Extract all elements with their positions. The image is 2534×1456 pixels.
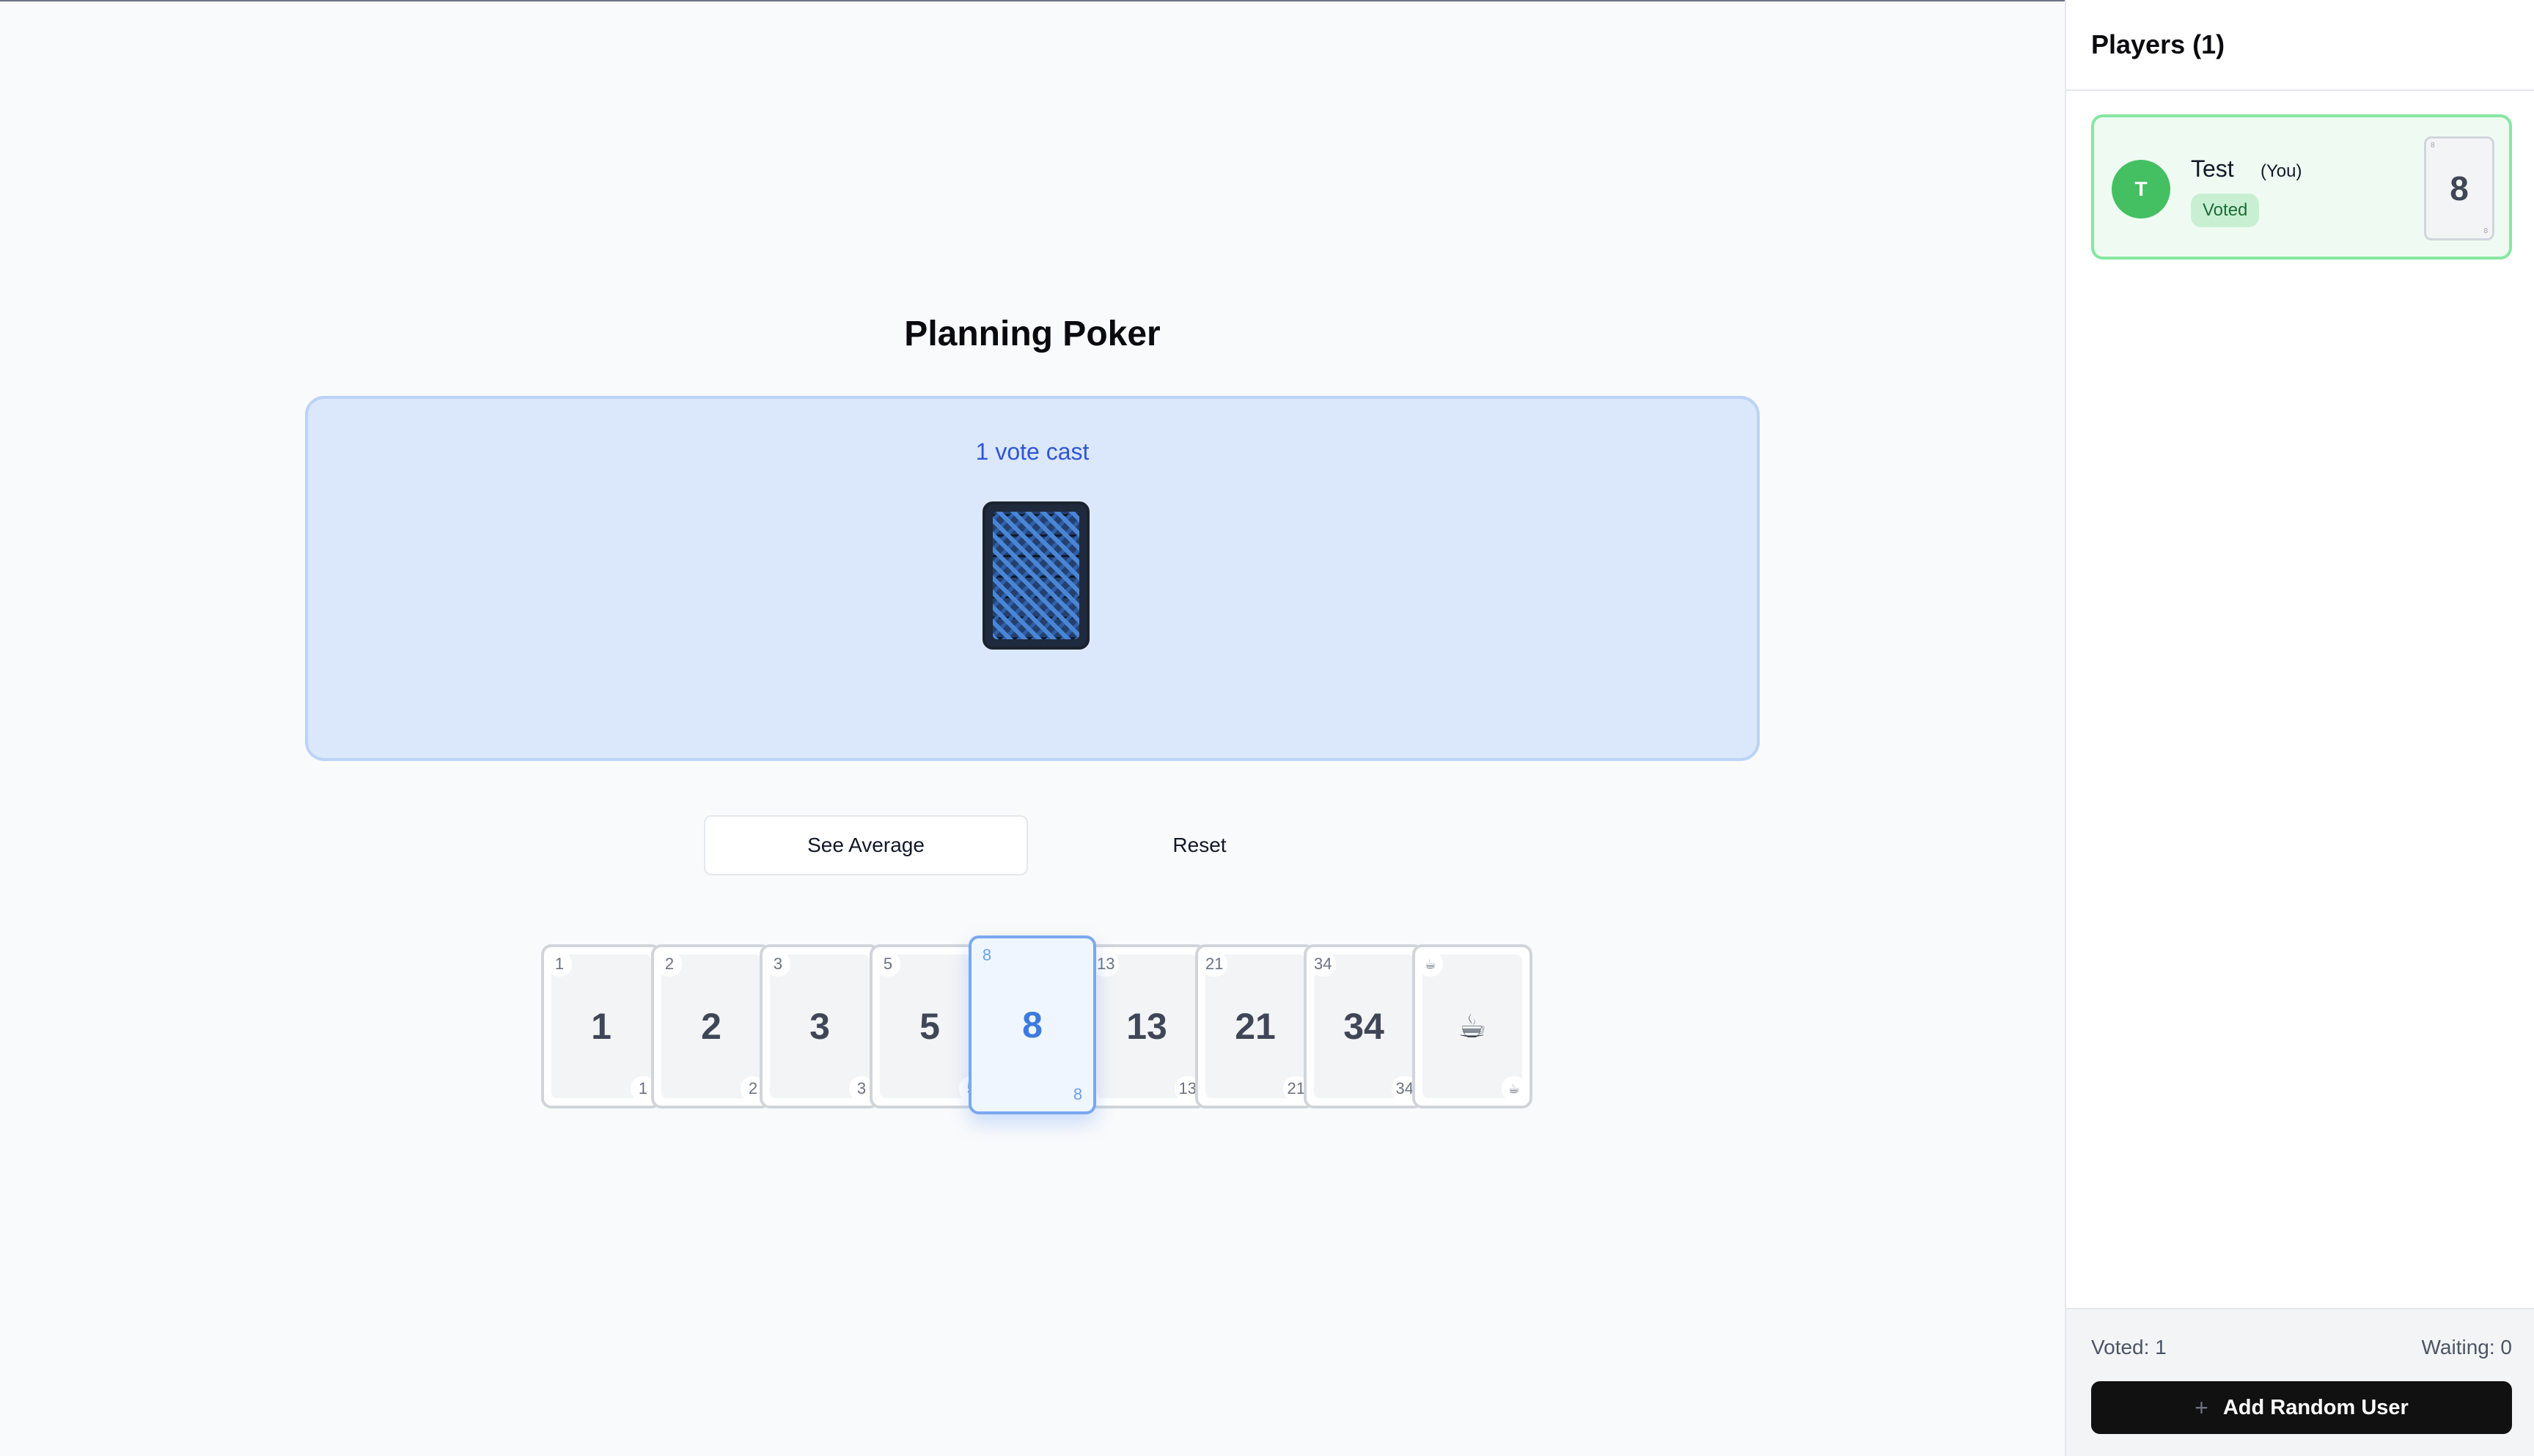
- players-sidebar: Players (1) T Test (You) Voted 8 8 8 Vot…: [2065, 0, 2534, 1456]
- status-badge: Voted: [2191, 194, 2260, 227]
- add-random-user-button[interactable]: + Add Random User: [2091, 1381, 2512, 1434]
- card-corner-bottom: 8: [1065, 1082, 1090, 1107]
- card-corner-top: 1: [547, 952, 572, 977]
- card-value: 1: [551, 955, 651, 1098]
- card-corner-top: 8: [974, 943, 999, 968]
- poker-card-coffee[interactable]: ☕ ☕ ☕: [1412, 944, 1532, 1108]
- mini-card-corner-top: 8: [2431, 141, 2435, 150]
- card-corner-top: 2: [657, 952, 682, 977]
- player-name: Test: [2191, 155, 2234, 182]
- coffee-icon: ☕: [1502, 1076, 1527, 1101]
- card-corner-top: 13: [1092, 952, 1120, 977]
- add-random-user-label: Add Random User: [2222, 1395, 2409, 1419]
- poker-card-34[interactable]: 34 34 34: [1304, 944, 1424, 1108]
- card-corner-top: 3: [765, 952, 790, 977]
- poker-card-3[interactable]: 3 3 3: [760, 944, 880, 1108]
- poker-card-8-selected[interactable]: 8 8 8: [969, 935, 1096, 1114]
- sidebar-footer: Voted: 1 Waiting: 0 + Add Random User: [2066, 1308, 2534, 1456]
- voted-count: Voted: 1: [2091, 1336, 2167, 1358]
- main-area: Planning Poker 1 vote cast See Average R…: [0, 0, 2065, 1456]
- avatar: T: [2112, 160, 2170, 218]
- player-you-tag: (You): [2261, 161, 2302, 181]
- poker-card-13[interactable]: 13 13 13: [1087, 944, 1207, 1108]
- card-value: 8: [979, 946, 1086, 1104]
- player-vote-card: 8 8 8: [2424, 136, 2494, 240]
- mini-card-value: 8: [2450, 169, 2469, 207]
- player-card: T Test (You) Voted 8 8 8: [2091, 114, 2512, 260]
- card-corner-top: 5: [875, 952, 900, 977]
- mini-card-corner-bottom: 8: [2483, 227, 2488, 235]
- coffee-icon: ☕: [1418, 952, 1443, 977]
- card-hand: 1 1 1 2 2 2 3 3 3 5 5 5 13 13 13 21 21 2…: [0, 0, 2065, 1456]
- plus-icon: +: [2195, 1394, 2208, 1421]
- poker-card-21[interactable]: 21 21 21: [1195, 944, 1315, 1108]
- card-value: 2: [661, 955, 761, 1098]
- poker-card-2[interactable]: 2 2 2: [651, 944, 771, 1108]
- waiting-count: Waiting: 0: [2421, 1336, 2512, 1358]
- card-value: 3: [770, 955, 870, 1098]
- card-value: 5: [880, 955, 980, 1098]
- sidebar-header: Players (1): [2066, 0, 2534, 91]
- coffee-icon: ☕: [1422, 955, 1522, 1098]
- poker-card-1[interactable]: 1 1 1: [541, 944, 661, 1108]
- card-corner-top: 34: [1310, 952, 1337, 977]
- card-corner-top: 21: [1201, 952, 1228, 977]
- players-title: Players (1): [2091, 29, 2225, 59]
